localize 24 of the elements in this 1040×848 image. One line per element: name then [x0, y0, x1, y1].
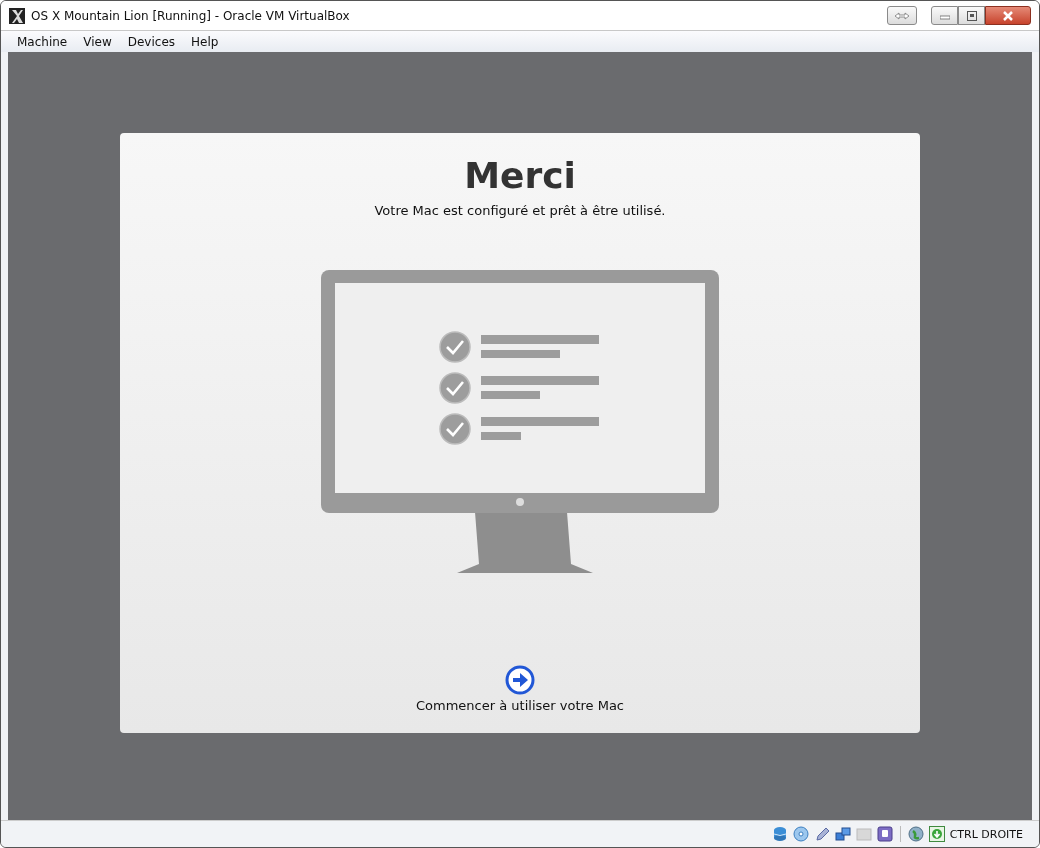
- menu-item[interactable]: Machine: [9, 34, 76, 49]
- minimize-button[interactable]: [931, 6, 958, 25]
- continue-button[interactable]: Commencer à utiliser votre Mac: [416, 664, 624, 713]
- hard-disk-icon: [771, 826, 788, 842]
- subtitle: Votre Mac est configuré et prêt à être utilisé.: [374, 203, 666, 218]
- heading: Merci: [464, 154, 576, 198]
- menu-item[interactable]: Help: [183, 34, 227, 49]
- resize-button[interactable]: [887, 6, 917, 25]
- network-icon: [834, 826, 851, 842]
- close-button[interactable]: [985, 6, 1031, 25]
- double-arrow-icon: [894, 11, 910, 20]
- maximize-icon: [966, 10, 977, 21]
- pen-icon: [813, 826, 830, 842]
- window-title: OS X Mountain Lion [Running] - Oracle VM VirtualBox: [31, 8, 350, 23]
- optical-disc-icon: [792, 826, 809, 842]
- download-icon: [928, 826, 945, 842]
- menu-item[interactable]: View: [75, 34, 120, 49]
- close-icon: [1002, 10, 1014, 21]
- usb-icon: [876, 826, 893, 842]
- maximize-button[interactable]: [958, 6, 985, 25]
- host-key-label: CTRL DROITE: [949, 827, 1023, 841]
- globe-icon: [907, 826, 924, 842]
- menu-item[interactable]: Devices: [119, 34, 183, 49]
- app-icon: [9, 7, 25, 24]
